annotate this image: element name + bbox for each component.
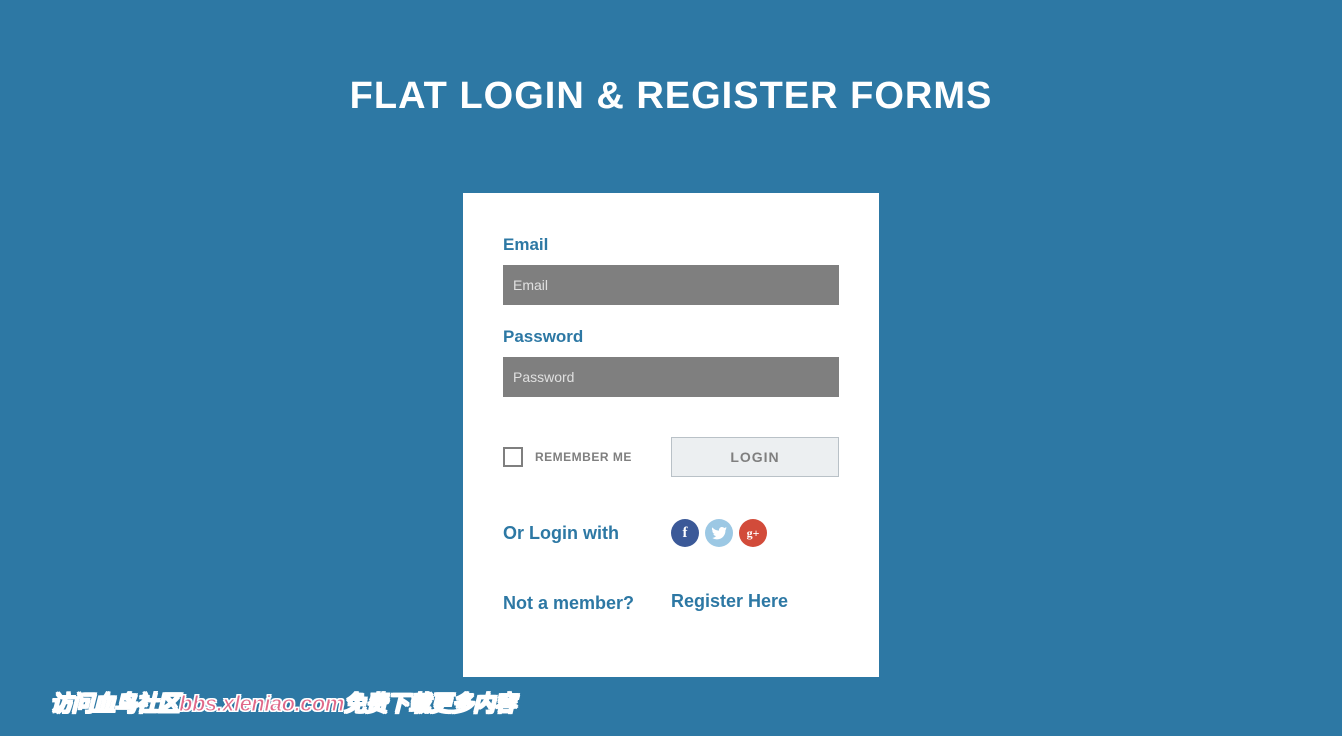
login-card: Email Password REMEMBER ME LOGIN Or Logi… — [463, 193, 879, 677]
watermark-text: 访问血鸟社区bbs.xleniao.com免费下载更多内容 — [50, 686, 516, 718]
remember-me-label: REMEMBER ME — [535, 450, 632, 464]
not-member-label: Not a member? — [503, 589, 671, 617]
password-label: Password — [503, 327, 839, 347]
login-button[interactable]: LOGIN — [671, 437, 839, 477]
facebook-icon[interactable]: f — [671, 519, 699, 547]
remember-me-wrap[interactable]: REMEMBER ME — [503, 437, 671, 477]
email-label: Email — [503, 235, 839, 255]
password-input[interactable] — [503, 357, 839, 397]
remember-me-checkbox[interactable] — [503, 447, 523, 467]
twitter-icon[interactable] — [705, 519, 733, 547]
or-login-with-label: Or Login with — [503, 519, 671, 547]
email-input[interactable] — [503, 265, 839, 305]
social-icons-group: f g+ — [671, 519, 839, 547]
page-title: FLAT LOGIN & REGISTER FORMS — [0, 75, 1342, 118]
register-here-link[interactable]: Register Here — [671, 589, 839, 613]
google-plus-icon[interactable]: g+ — [739, 519, 767, 547]
